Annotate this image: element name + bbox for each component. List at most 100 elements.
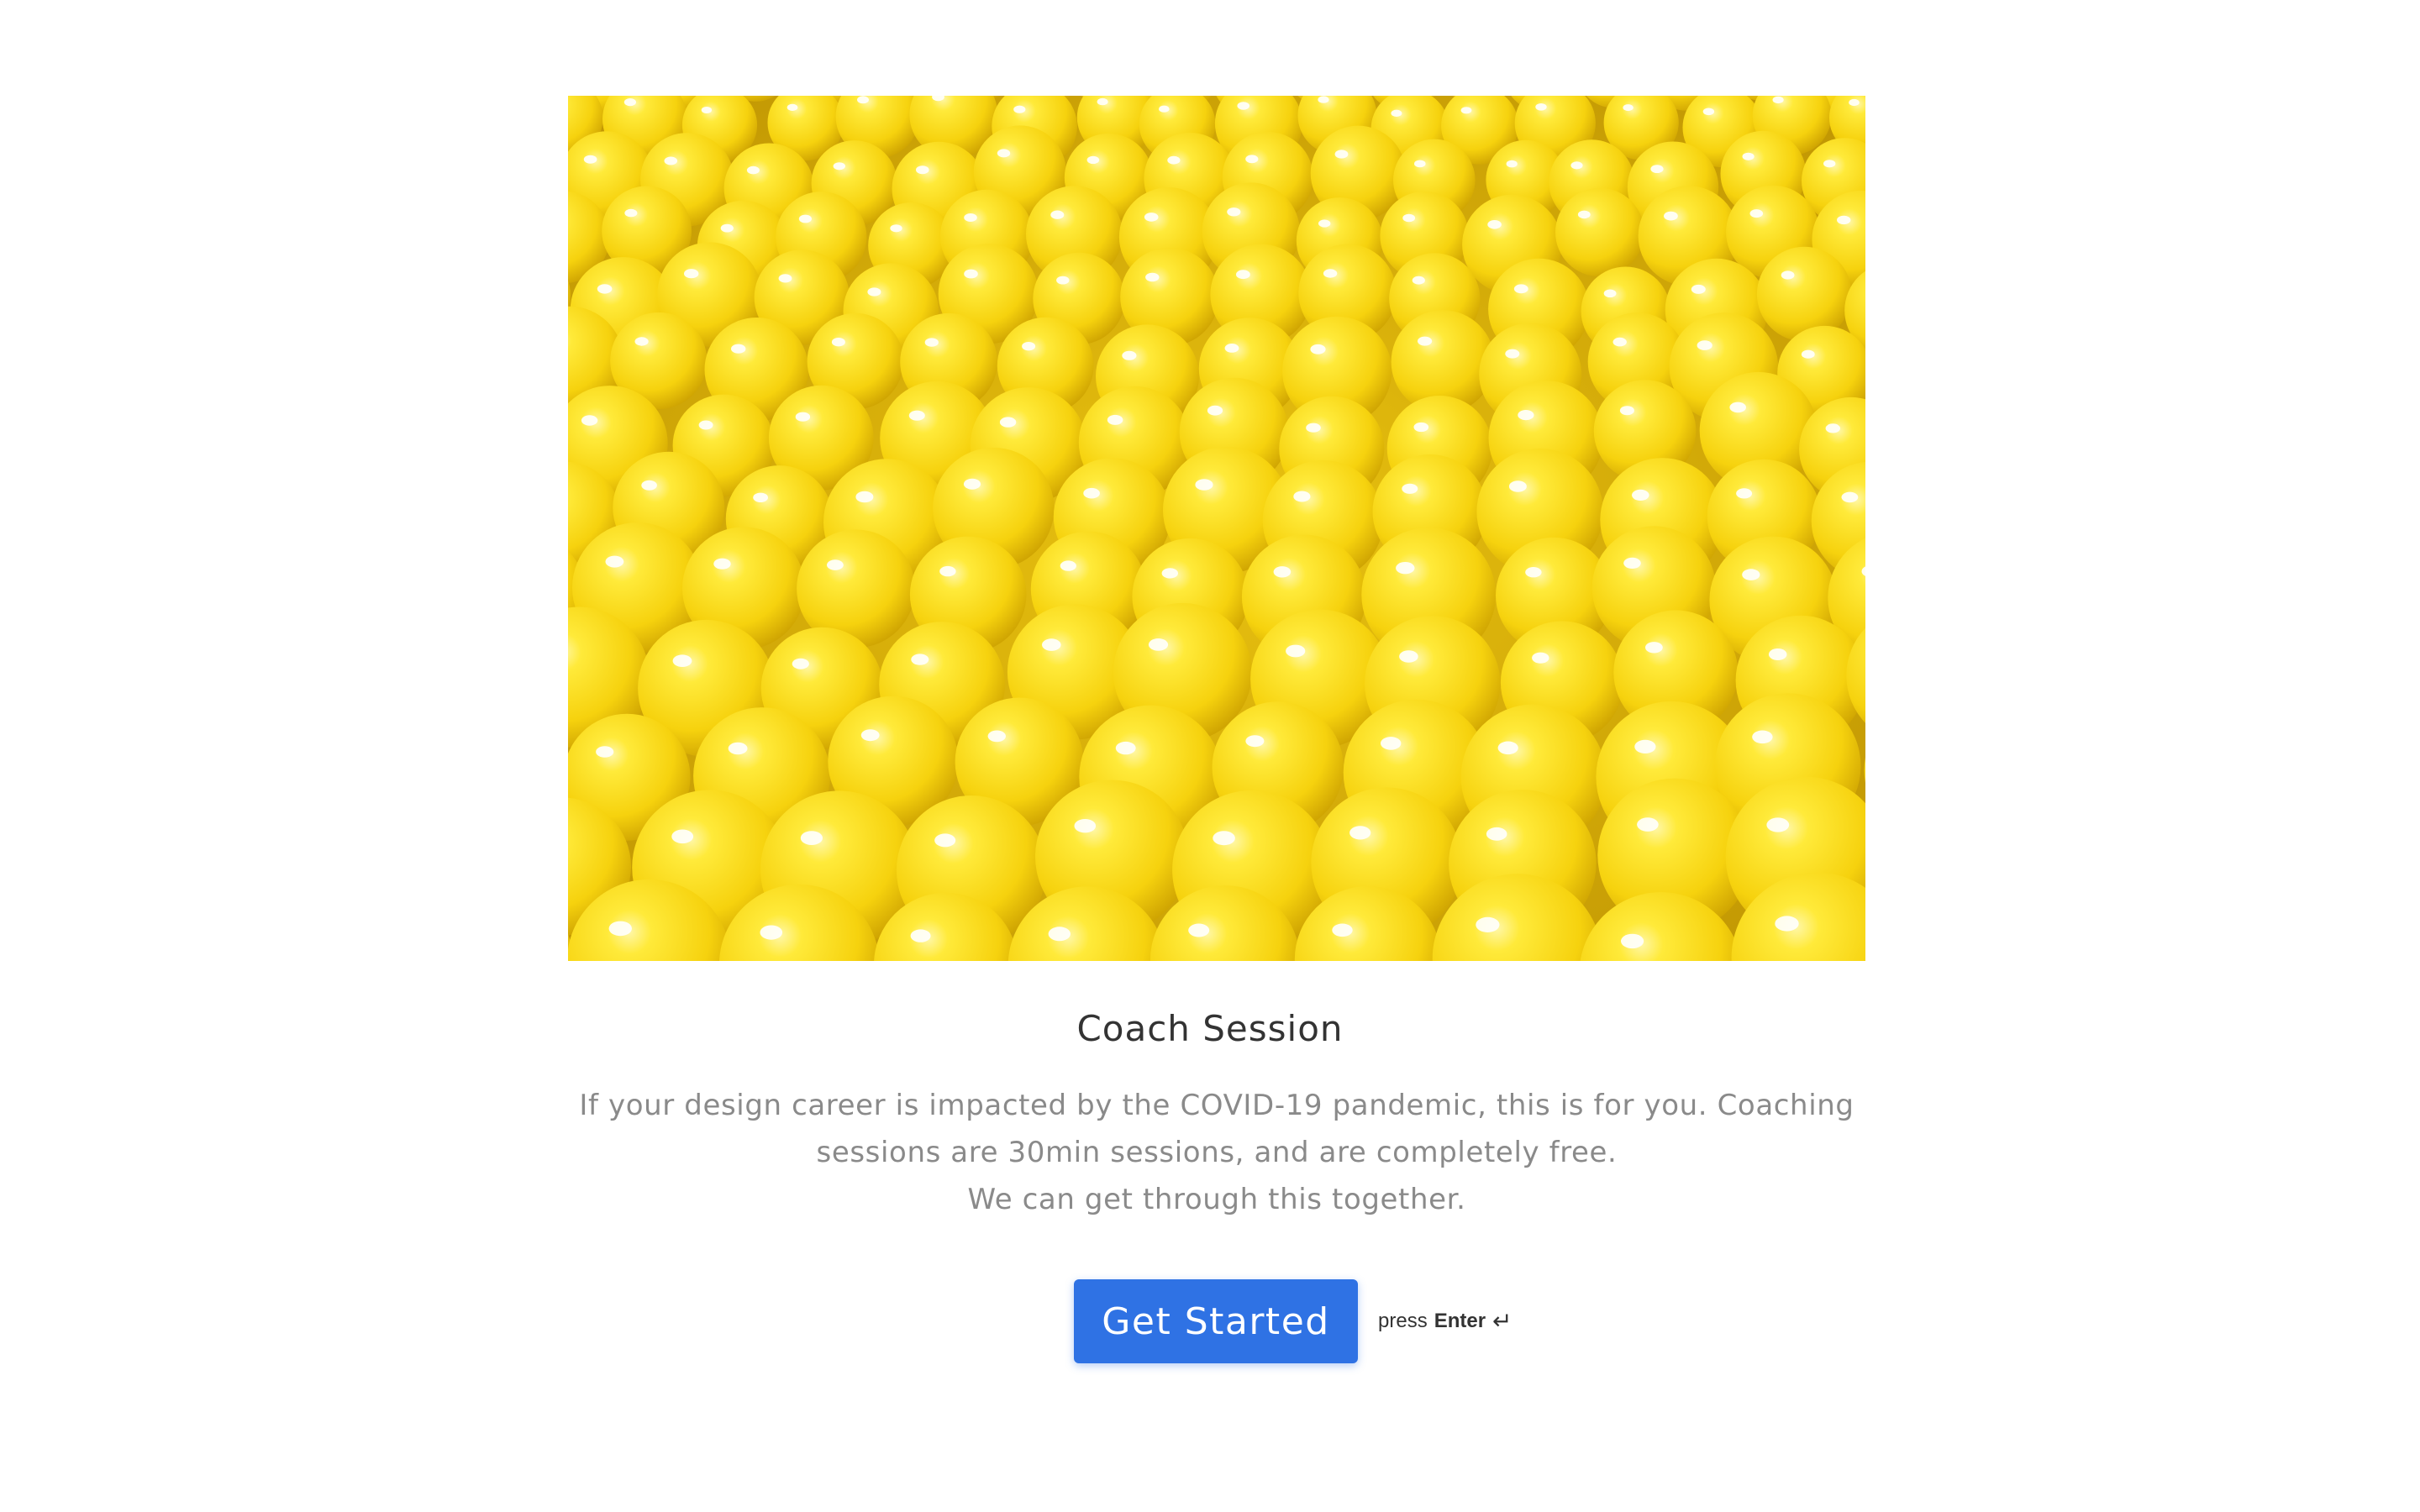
ball-highlight bbox=[1742, 569, 1760, 580]
ball-highlight bbox=[1159, 105, 1170, 113]
ball-highlight bbox=[964, 269, 978, 279]
ball-highlight bbox=[1664, 211, 1678, 221]
ball-highlight bbox=[1060, 560, 1076, 571]
ball-highlight bbox=[1413, 422, 1429, 433]
ball-highlight bbox=[910, 929, 931, 942]
ball-highlight bbox=[728, 742, 748, 755]
hint-key: Enter bbox=[1434, 1310, 1486, 1332]
ball-highlight bbox=[1508, 480, 1527, 492]
ball-highlight bbox=[1570, 161, 1583, 170]
ball-highlight bbox=[1273, 566, 1292, 578]
description-line-1: If your design career is impacted by the… bbox=[579, 1089, 1854, 1122]
ball-highlight bbox=[605, 555, 624, 568]
ball-highlight bbox=[597, 284, 613, 294]
ball-highlight bbox=[1841, 491, 1859, 503]
ball-highlight bbox=[1074, 819, 1097, 833]
ball-highlight bbox=[1402, 213, 1416, 223]
ball-shape bbox=[1756, 246, 1852, 342]
ball-highlight bbox=[1412, 276, 1425, 285]
ball-highlight bbox=[1144, 213, 1159, 222]
ball-highlight bbox=[701, 107, 713, 113]
ball-highlight bbox=[1486, 827, 1507, 841]
welcome-screen: Coach Session If your design career is i… bbox=[0, 0, 2420, 1512]
ball-highlight bbox=[964, 213, 977, 222]
ball-highlight bbox=[1518, 410, 1534, 421]
ball-highlight bbox=[860, 729, 880, 742]
ball-highlight bbox=[1213, 831, 1235, 846]
ball-highlight bbox=[1122, 350, 1137, 360]
ball-highlight bbox=[1632, 489, 1649, 501]
ball-highlight bbox=[1697, 340, 1712, 350]
ball-highlight bbox=[1318, 219, 1331, 228]
ball-highlight bbox=[916, 165, 929, 175]
ball-highlight bbox=[684, 269, 699, 279]
ball-highlight bbox=[1849, 98, 1860, 107]
ball-highlight bbox=[831, 338, 845, 347]
ball-highlight bbox=[792, 658, 809, 669]
ball-highlight bbox=[1107, 414, 1123, 425]
ball-highlight bbox=[720, 223, 734, 233]
ball-highlight bbox=[890, 224, 902, 233]
description-line-2: sessions are 30min sessions, and are com… bbox=[816, 1136, 1618, 1169]
ball-highlight bbox=[1399, 650, 1418, 663]
ball-highlight bbox=[1207, 405, 1223, 416]
ball-highlight bbox=[1048, 927, 1071, 942]
ball-highlight bbox=[987, 730, 1006, 743]
ball-highlight bbox=[1621, 933, 1644, 949]
ball-highlight bbox=[583, 155, 597, 164]
ball-highlight bbox=[1050, 210, 1065, 219]
ball-highlight bbox=[1623, 557, 1641, 570]
ball-highlight bbox=[1237, 102, 1249, 110]
yellow-balls-illustration bbox=[568, 96, 1865, 961]
ball-highlight bbox=[1702, 108, 1715, 116]
ball-highlight bbox=[672, 654, 692, 667]
ball-highlight bbox=[1766, 817, 1790, 832]
ball-highlight bbox=[1056, 276, 1070, 285]
ball-highlight bbox=[857, 96, 869, 104]
ball-highlight bbox=[924, 338, 939, 347]
ball-highlight bbox=[911, 654, 929, 665]
ball-highlight bbox=[760, 925, 783, 940]
ball-highlight bbox=[1097, 97, 1108, 106]
ball-highlight bbox=[596, 746, 614, 758]
ball-highlight bbox=[1623, 104, 1634, 112]
ball-highlight bbox=[1391, 109, 1402, 117]
ball-highlight bbox=[1825, 423, 1840, 433]
ball-highlight bbox=[1245, 155, 1259, 164]
ball-highlight bbox=[1650, 165, 1664, 173]
ball-highlight bbox=[1619, 406, 1634, 416]
ball-highlight bbox=[1334, 150, 1349, 159]
ball-highlight bbox=[671, 829, 694, 844]
ball-highlight bbox=[1603, 289, 1617, 298]
ball-highlight bbox=[778, 274, 792, 283]
ball-highlight bbox=[1188, 923, 1210, 937]
ball-highlight bbox=[1637, 817, 1659, 832]
description-line-3: We can get through this together. bbox=[967, 1183, 1466, 1216]
ball-highlight bbox=[1775, 916, 1799, 932]
ball-highlight bbox=[713, 558, 731, 570]
ball-highlight bbox=[1525, 567, 1542, 578]
ball-highlight bbox=[1577, 210, 1591, 219]
ball-highlight bbox=[934, 833, 956, 848]
ball-highlight bbox=[1227, 207, 1241, 217]
ball-highlight bbox=[1083, 487, 1100, 499]
ball-highlight bbox=[1381, 737, 1402, 750]
ball-highlight bbox=[1768, 648, 1787, 660]
ball-highlight bbox=[1323, 269, 1338, 278]
ball-highlight bbox=[1752, 730, 1773, 744]
ball-highlight bbox=[827, 559, 844, 570]
ball-highlight bbox=[1801, 349, 1815, 359]
ball-highlight bbox=[939, 565, 956, 577]
ball-highlight bbox=[1691, 284, 1706, 294]
ball-highlight bbox=[1349, 826, 1371, 840]
hint-prefix: press bbox=[1378, 1310, 1428, 1332]
get-started-button[interactable]: Get Started bbox=[1074, 1279, 1358, 1363]
ball-highlight bbox=[1293, 491, 1311, 502]
ball-highlight bbox=[746, 165, 760, 175]
ball-highlight bbox=[664, 156, 678, 165]
ball-highlight bbox=[1476, 916, 1500, 932]
ball-highlight bbox=[1781, 270, 1795, 280]
ball-highlight bbox=[581, 415, 598, 426]
ball-highlight bbox=[1310, 344, 1326, 354]
ball-highlight bbox=[698, 420, 713, 430]
